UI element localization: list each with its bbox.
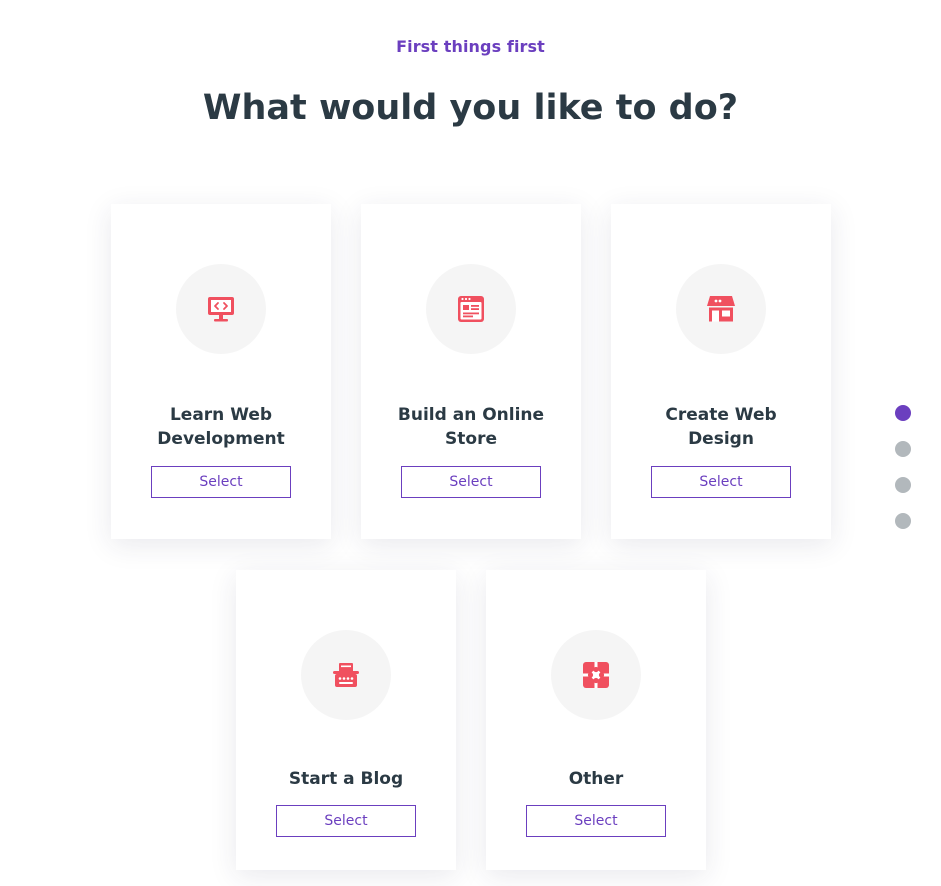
typewriter-icon bbox=[333, 663, 359, 687]
select-button[interactable]: Select bbox=[651, 466, 791, 498]
page-title: What would you like to do? bbox=[202, 88, 739, 128]
pagination-dots bbox=[895, 405, 911, 549]
computer-code-icon bbox=[208, 297, 234, 322]
icon-circle bbox=[301, 630, 391, 720]
icon-circle bbox=[176, 264, 266, 354]
option-card-other[interactable]: Other Select bbox=[486, 570, 706, 870]
pagination-dot-2[interactable] bbox=[895, 441, 911, 457]
pagination-dot-1[interactable] bbox=[895, 405, 911, 421]
card-title: Build an Online Store bbox=[397, 405, 545, 449]
online-store-icon bbox=[458, 296, 484, 322]
pagination-dot-4[interactable] bbox=[895, 513, 911, 529]
select-button[interactable]: Select bbox=[151, 466, 291, 498]
onboarding-page: First things first What would you like t… bbox=[0, 0, 941, 886]
select-button[interactable]: Select bbox=[526, 805, 666, 837]
card-title: Learn Web Development bbox=[157, 405, 285, 449]
option-card-start-blog[interactable]: Start a Blog Select bbox=[236, 570, 456, 870]
option-card-build-online-store[interactable]: Build an Online Store Select bbox=[361, 204, 581, 539]
icon-circle bbox=[426, 264, 516, 354]
pagination-dot-3[interactable] bbox=[895, 477, 911, 493]
option-card-learn-web-development[interactable]: Learn Web Development Select bbox=[111, 204, 331, 539]
icon-circle bbox=[676, 264, 766, 354]
puzzle-icon bbox=[583, 662, 609, 688]
icon-circle bbox=[551, 630, 641, 720]
option-card-create-web-design[interactable]: Create Web Design Select bbox=[611, 204, 831, 539]
card-title: Create Web Design bbox=[665, 405, 777, 449]
card-title: Start a Blog bbox=[288, 769, 404, 789]
select-button[interactable]: Select bbox=[276, 805, 416, 837]
card-title: Other bbox=[568, 769, 624, 789]
select-button[interactable]: Select bbox=[401, 466, 541, 498]
eyebrow-text: First things first bbox=[396, 37, 545, 56]
storefront-icon bbox=[707, 296, 735, 322]
